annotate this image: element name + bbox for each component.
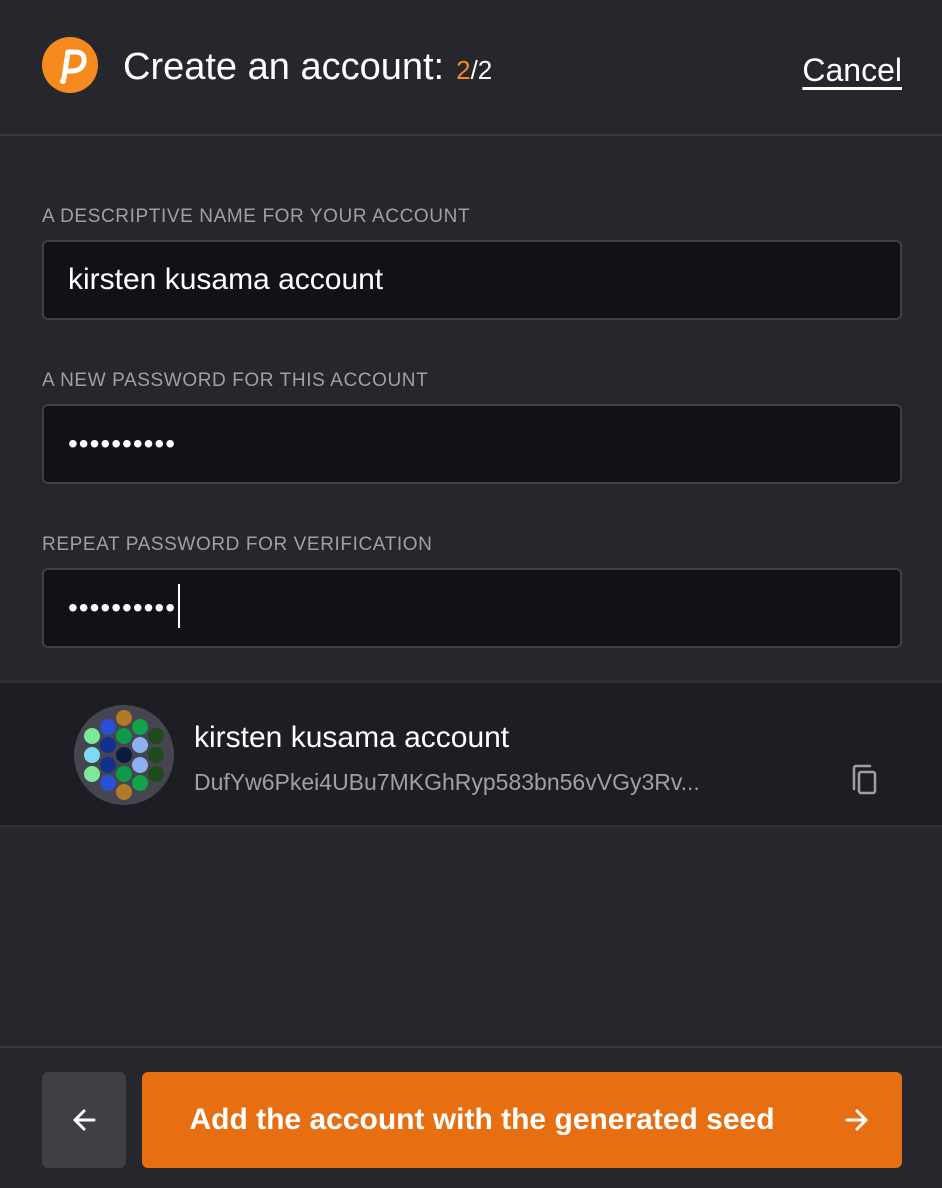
account-name-label: A DESCRIPTIVE NAME FOR YOUR ACCOUNT [42, 206, 471, 227]
account-name: kirsten kusama account [194, 721, 510, 754]
repeat-password-label: REPEAT PASSWORD FOR VERIFICATION [42, 534, 433, 555]
back-button[interactable] [42, 1072, 126, 1168]
step-total: /2 [470, 55, 493, 85]
step-current: 2 [456, 55, 471, 85]
arrow-left-icon [73, 1109, 96, 1131]
account-name-input[interactable]: kirsten kusama account [42, 240, 902, 320]
password-value: •••••••••• [68, 428, 177, 459]
cancel-link[interactable]: Cancel [802, 50, 902, 90]
account-address: DufYw6Pkei4UBu7MKGhRyp583bn56vVGy3Rv... [194, 769, 700, 795]
repeat-password-input[interactable]: •••••••••• [42, 568, 902, 648]
page-title: Create an account: 2/2 [123, 44, 492, 93]
password-label: A NEW PASSWORD FOR THIS ACCOUNT [42, 370, 429, 391]
arrow-right-icon [845, 1109, 868, 1131]
add-account-label: Add the account with the generated seed [189, 1103, 775, 1136]
add-account-button[interactable]: Add the account with the generated seed [142, 1072, 902, 1168]
polkadot-logo-icon [42, 37, 98, 93]
title-text: Create an account: [123, 46, 445, 88]
password-input[interactable]: •••••••••• [42, 404, 902, 484]
header: Create an account: 2/2 Cancel [0, 0, 942, 136]
text-caret [178, 584, 181, 629]
identicon-icon [74, 705, 174, 810]
account-preview-card: kirsten kusama account DufYw6Pkei4UBu7MK… [0, 681, 942, 827]
copy-icon[interactable] [848, 763, 880, 802]
footer: Add the account with the generated seed [0, 1046, 942, 1188]
repeat-password-value: •••••••••• [68, 592, 177, 623]
account-name-value: kirsten kusama account [68, 263, 384, 296]
step-indicator: 2/2 [456, 55, 492, 85]
